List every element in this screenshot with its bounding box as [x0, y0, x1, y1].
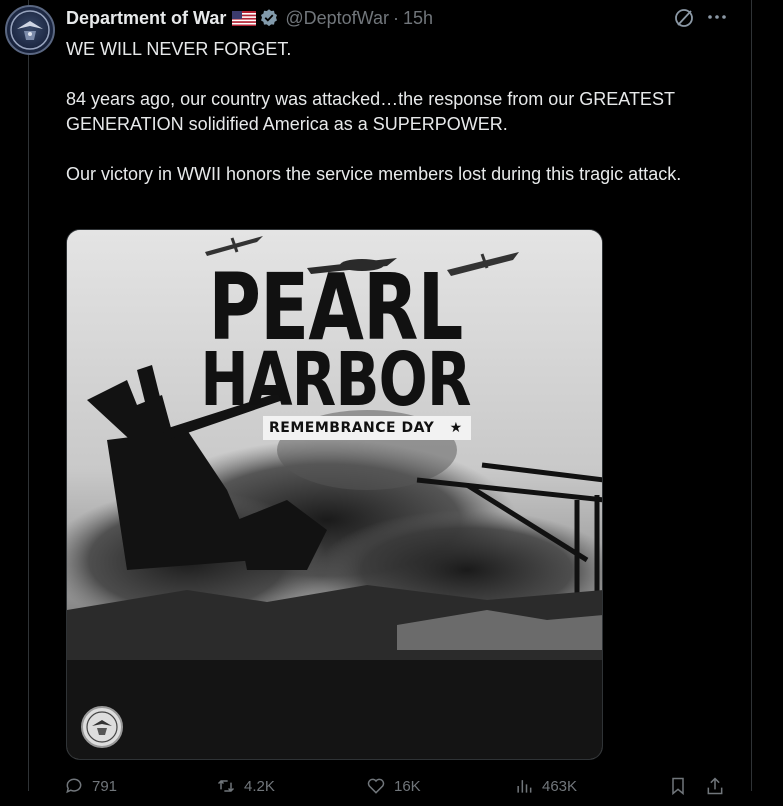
timeline-border-left [28, 0, 29, 791]
poster-title-line2: HARBOR [200, 337, 471, 423]
timeline-border-right [751, 0, 752, 791]
dod-seal-icon [10, 10, 50, 50]
tweet-line-body: 84 years ago, our country was attacked…t… [66, 89, 675, 134]
reply-button[interactable]: 791 [64, 776, 117, 796]
repost-button[interactable]: 4.2K [216, 776, 275, 796]
bookmark-button[interactable] [668, 776, 688, 796]
tweet-text: WE WILL NEVER FORGET. 84 years ago, our … [66, 37, 736, 187]
share-button[interactable] [705, 776, 725, 796]
more-icon[interactable] [705, 6, 729, 28]
tweet-line-closing: Our victory in WWII honors the service m… [66, 164, 682, 184]
bookmark-icon [672, 777, 684, 796]
repost-count: 4.2K [244, 777, 275, 795]
like-button[interactable]: 16K [366, 776, 421, 796]
grok-icon[interactable] [673, 7, 695, 29]
poster-subtitle-text: REMEMBRANCE DAY [269, 420, 435, 436]
header-separator: · [393, 7, 399, 28]
views-button[interactable]: 463K [514, 776, 577, 796]
poster-subtitle: REMEMBRANCE DAY ★ [263, 416, 471, 440]
author-name[interactable]: Department of War [66, 8, 226, 29]
reply-icon [66, 778, 82, 794]
reply-count: 791 [92, 777, 118, 795]
verified-badge-icon[interactable] [259, 8, 279, 28]
author-handle[interactable]: @DeptofWar [285, 8, 389, 29]
tweet-line-headline: WE WILL NEVER FORGET. [66, 39, 292, 59]
like-count: 16K [394, 777, 421, 795]
tweet-actions: 791 4.2K 16K 463K [64, 776, 734, 806]
views-icon [517, 780, 532, 793]
tweet-media-image[interactable]: PEARL HARBOR REMEMBRANCE DAY ★ [66, 229, 603, 760]
share-icon [707, 777, 723, 795]
star-icon: ★ [449, 420, 463, 436]
dod-seal-watermark-icon [81, 706, 123, 748]
tweet-header: Department of War @DeptofWar · 15h [66, 6, 433, 30]
post-time[interactable]: 15h [403, 8, 433, 29]
views-count: 463K [542, 777, 578, 795]
us-flag-icon [232, 10, 257, 26]
avatar[interactable] [5, 5, 55, 55]
like-icon [367, 778, 385, 794]
repost-icon [217, 779, 235, 793]
